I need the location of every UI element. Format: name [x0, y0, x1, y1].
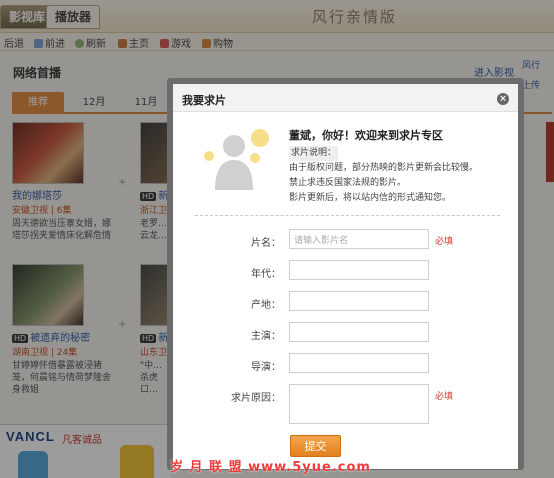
reason-label: 求片原因： [231, 393, 281, 404]
request-notes: 求片说明： 由于版权问题，部分热映的影片更新会比较慢。 禁止求违反国家法规的影片… [289, 146, 478, 206]
divider [195, 215, 500, 216]
dialog-header: 我要求片 × [173, 84, 518, 112]
director-input[interactable] [289, 353, 429, 373]
actor-input[interactable] [289, 322, 429, 342]
year-input[interactable] [289, 260, 429, 280]
region-input[interactable] [289, 291, 429, 311]
request-dialog: 我要求片 × 董斌，你好！欢迎来到求片专区 求片说明： 由于版权问题，部分热映的… [173, 84, 518, 469]
title-label: 片名： [251, 238, 281, 249]
notes-label: 求片说明： [289, 146, 339, 161]
title-input[interactable]: 请输入影片名 [289, 229, 429, 249]
close-icon[interactable]: × [497, 93, 509, 105]
note-line: 由于版权问题，部分热映的影片更新会比较慢。 [289, 163, 479, 173]
submit-button[interactable]: 提交 [290, 435, 341, 457]
required-mark: 必填 [435, 392, 454, 402]
region-label: 产地： [251, 300, 281, 311]
actor-label: 主演： [251, 331, 281, 342]
note-line: 禁止求违反国家法规的影片。 [289, 178, 407, 188]
director-label: 导演： [251, 362, 281, 373]
user-avatar-icon [204, 129, 269, 190]
required-mark: 必填 [435, 237, 454, 247]
year-label: 年代： [251, 269, 281, 280]
watermark: 岁 月 联 盟 www.5yue.com [170, 460, 371, 475]
welcome-text: 董斌，你好！欢迎来到求片专区 [289, 129, 443, 142]
note-line: 影片更新后，将以站内信的形式通知您。 [289, 193, 452, 203]
reason-textarea[interactable] [289, 384, 429, 424]
dialog-title: 我要求片 [182, 94, 226, 107]
